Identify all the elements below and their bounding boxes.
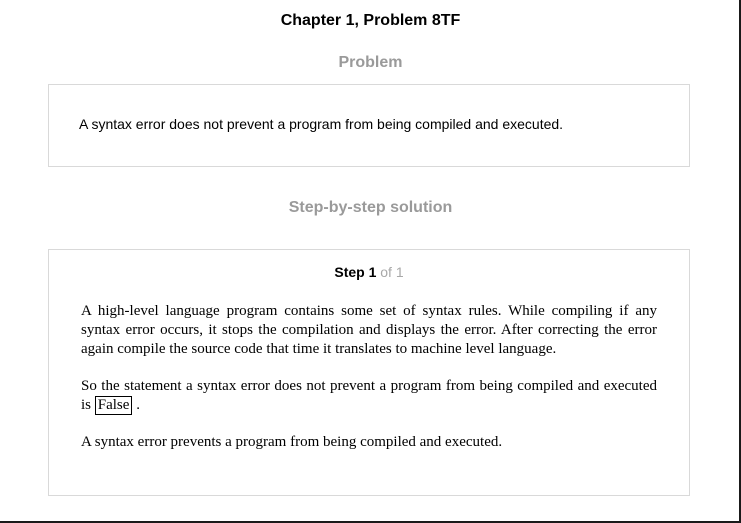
solution-paragraph-2: So the statement a syntax error does not… — [81, 377, 657, 415]
solution-body: A high-level language program contains s… — [81, 302, 657, 452]
step-label: Step 1 of 1 — [49, 264, 689, 280]
step-total: of 1 — [376, 264, 404, 280]
solution-paragraph-2-suffix: . — [132, 397, 140, 413]
solution-paragraph-1: A high-level language program contains s… — [81, 303, 657, 357]
chapter-title: Chapter 1, Problem 8TF — [280, 12, 461, 29]
solution-heading: Step-by-step solution — [288, 199, 453, 216]
problem-box: A syntax error does not prevent a progra… — [48, 84, 690, 167]
problem-text: A syntax error does not prevent a progra… — [79, 116, 564, 132]
step-number: Step 1 — [334, 264, 377, 280]
solution-box: Step 1 of 1 A high-level language progra… — [48, 249, 690, 496]
solution-paragraph-3: A syntax error prevents a program from b… — [81, 434, 503, 450]
answer-box: False — [94, 396, 133, 415]
solution-paragraph-2-prefix: So the statement a syntax error does not… — [81, 378, 657, 413]
problem-heading: Problem — [338, 54, 403, 71]
